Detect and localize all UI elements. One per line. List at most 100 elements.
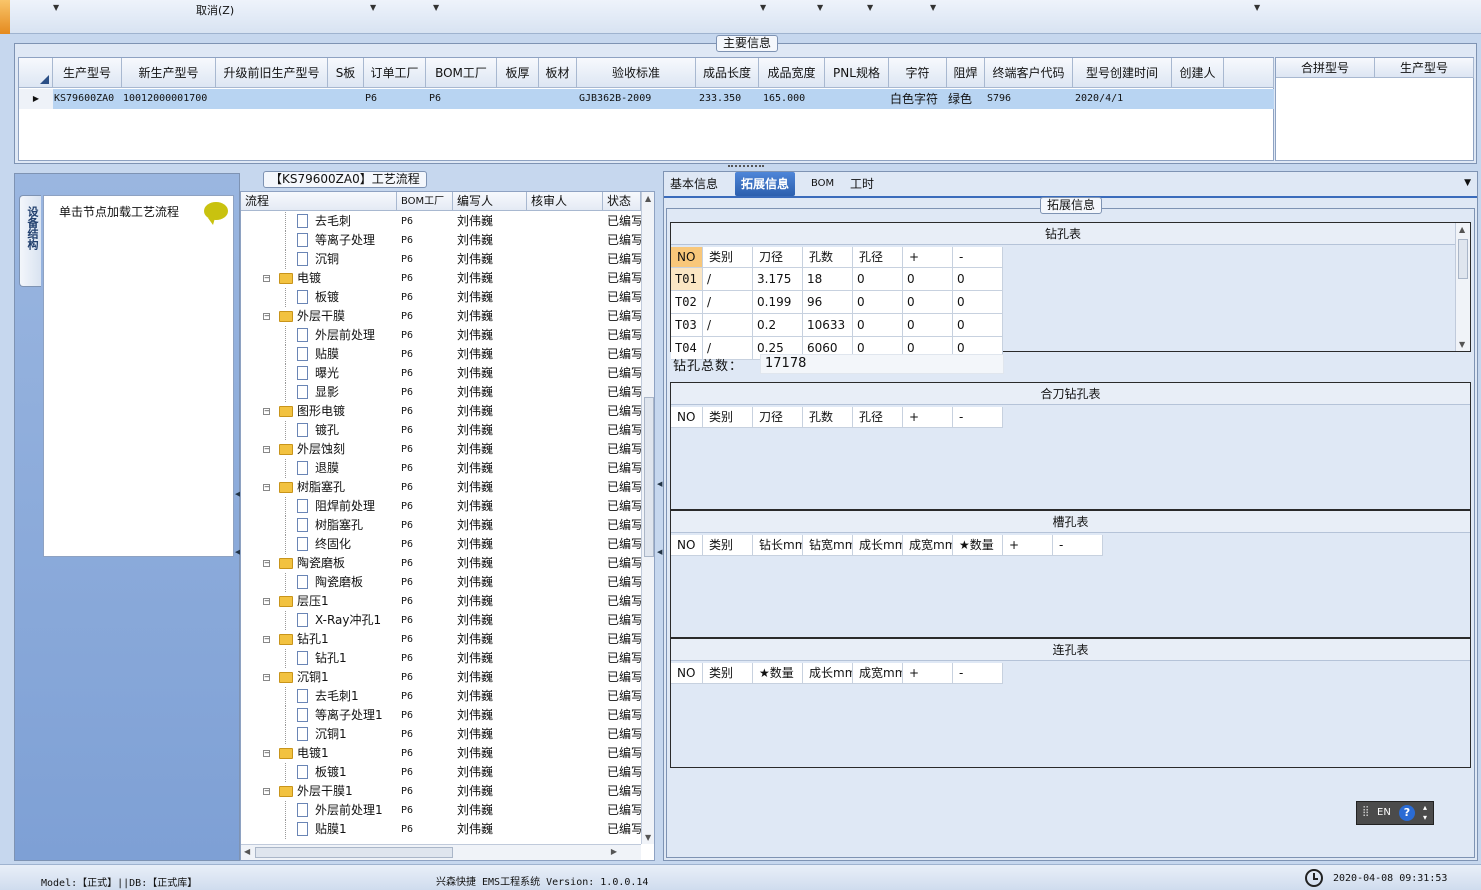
tree-node[interactable]: 去毛刺 P6 刘伟巍 已编写 — [241, 212, 641, 231]
column-header[interactable]: 字符 — [889, 58, 947, 88]
column-header[interactable]: - — [1053, 535, 1103, 556]
cell[interactable]: 233.350 — [699, 89, 759, 109]
drill-tool-no[interactable]: T02 — [671, 291, 703, 314]
language-bar[interactable]: ⣿ EN ? ▴ ▾ — [1356, 801, 1434, 825]
cell[interactable]: 10633 — [803, 314, 853, 337]
dropdown-arrow-icon[interactable]: ▼ — [370, 3, 376, 12]
cell[interactable] — [498, 89, 538, 109]
cell[interactable]: 0 — [903, 314, 953, 337]
language-label[interactable]: EN — [1377, 807, 1391, 818]
tree-node[interactable]: − 电镀1 P6 刘伟巍 已编写 — [241, 744, 641, 763]
cell[interactable] — [1173, 89, 1223, 109]
column-header[interactable]: BOM工厂 — [426, 58, 497, 88]
help-icon[interactable]: ? — [1399, 805, 1415, 821]
column-header[interactable]: 终端客户代码 — [985, 58, 1073, 88]
cell[interactable]: 2020/4/1 — [1075, 89, 1172, 109]
cell[interactable]: 白色字符 — [890, 89, 947, 109]
tree-node[interactable]: − 层压1 P6 刘伟巍 已编写 — [241, 592, 641, 611]
dropdown-arrow-icon[interactable]: ▼ — [817, 3, 823, 12]
column-header[interactable]: + — [1003, 535, 1053, 556]
column-header[interactable]: PNL规格 — [825, 58, 889, 88]
column-header[interactable]: 生产型号 — [1375, 58, 1474, 78]
column-header[interactable]: 类别 — [703, 663, 753, 684]
collapse-icon[interactable]: − — [263, 313, 270, 320]
column-header[interactable]: S板 — [328, 58, 364, 88]
column-header[interactable]: 编写人 — [453, 192, 527, 211]
cell[interactable]: 0 — [903, 291, 953, 314]
tree-node[interactable]: X-Ray冲孔1 P6 刘伟巍 已编写 — [241, 611, 641, 630]
process-tree[interactable]: 流程 BOM工厂 编写人 核审人 状态 去毛刺 P6 刘伟巍 已编写 等离子处理 P6 刘伟… — [240, 191, 655, 861]
panel-collapse-handle[interactable]: ◀ ◀ — [657, 480, 662, 560]
tab-work-hours[interactable]: 工时 — [844, 172, 880, 196]
cell[interactable]: KS79600ZA0 — [54, 89, 122, 109]
dropdown-arrow-icon[interactable]: ▼ — [433, 3, 439, 12]
column-header[interactable]: 刀径 — [753, 407, 803, 428]
cell[interactable]: 0.199 — [753, 291, 803, 314]
cell[interactable]: 0 — [853, 314, 903, 337]
column-header[interactable]: - — [953, 247, 1003, 268]
column-header[interactable]: 创建人 — [1172, 58, 1224, 88]
column-header[interactable]: 孔数 — [803, 407, 853, 428]
tree-node[interactable]: 外层前处理 P6 刘伟巍 已编写 — [241, 326, 641, 345]
tree-node[interactable]: 树脂塞孔 P6 刘伟巍 已编写 — [241, 516, 641, 535]
collapse-icon[interactable]: − — [263, 674, 270, 681]
collapse-icon[interactable]: − — [263, 750, 270, 757]
cell[interactable]: 3.175 — [753, 268, 803, 291]
tree-node[interactable]: 终固化 P6 刘伟巍 已编写 — [241, 535, 641, 554]
column-header[interactable]: ★数量 — [753, 663, 803, 684]
cell[interactable]: P6 — [429, 89, 497, 109]
tree-node[interactable]: 显影 P6 刘伟巍 已编写 — [241, 383, 641, 402]
tree-node[interactable]: 退膜 P6 刘伟巍 已编写 — [241, 459, 641, 478]
splitter-grip[interactable] — [728, 165, 764, 169]
cell[interactable] — [826, 89, 888, 109]
column-header[interactable]: 状态 — [603, 192, 641, 211]
grid-corner[interactable] — [19, 58, 53, 88]
dropdown-arrow-icon[interactable]: ▼ — [867, 3, 873, 12]
column-header[interactable]: 刀径 — [753, 247, 803, 268]
column-header[interactable]: NO — [671, 407, 703, 428]
tree-node[interactable]: 阻焊前处理 P6 刘伟巍 已编写 — [241, 497, 641, 516]
tree-node[interactable]: 沉铜1 P6 刘伟巍 已编写 — [241, 725, 641, 744]
cell[interactable]: 0 — [853, 291, 903, 314]
column-header[interactable]: 成长mm — [803, 663, 853, 684]
column-header[interactable]: 板材 — [539, 58, 577, 88]
column-header[interactable]: 型号创建时间 — [1073, 58, 1172, 88]
tree-node[interactable]: 钻孔1 P6 刘伟巍 已编写 — [241, 649, 641, 668]
app-menu-button[interactable] — [0, 0, 10, 34]
cell[interactable]: 96 — [803, 291, 853, 314]
node-panel[interactable]: 单击节点加载工艺流程 — [43, 195, 234, 557]
dropdown-arrow-icon[interactable]: ▼ — [930, 3, 936, 12]
column-header[interactable]: NO — [671, 663, 703, 684]
cell[interactable] — [329, 89, 364, 109]
cell[interactable]: 0.2 — [753, 314, 803, 337]
tree-node[interactable]: 板镀 P6 刘伟巍 已编写 — [241, 288, 641, 307]
tree-node[interactable]: 去毛刺1 P6 刘伟巍 已编写 — [241, 687, 641, 706]
cell[interactable]: P6 — [365, 89, 425, 109]
column-header[interactable]: NO — [671, 535, 703, 556]
collapse-icon[interactable]: − — [263, 788, 270, 795]
tree-node[interactable]: − 钻孔1 P6 刘伟巍 已编写 — [241, 630, 641, 649]
tree-node[interactable]: 板镀1 P6 刘伟巍 已编写 — [241, 763, 641, 782]
collapse-icon[interactable]: − — [263, 408, 270, 415]
collapse-icon[interactable]: − — [263, 484, 270, 491]
column-header[interactable]: 类别 — [703, 535, 753, 556]
options-icon[interactable]: ▴ ▾ — [1423, 803, 1427, 823]
column-header[interactable]: 类别 — [703, 247, 753, 268]
cancel-button[interactable]: 取消(Z) — [196, 2, 234, 18]
column-header[interactable]: 验收标准 — [577, 58, 696, 88]
column-header[interactable]: 成品长度 — [696, 58, 759, 88]
tree-scrollbar-vertical[interactable]: ▲ ▼ — [641, 192, 654, 844]
drill-scrollbar[interactable]: ▲ ▼ — [1455, 223, 1470, 351]
column-header[interactable]: - — [953, 663, 1003, 684]
column-header[interactable]: 流程 — [241, 192, 397, 211]
column-header[interactable]: 合拼型号 — [1276, 58, 1375, 78]
column-header[interactable]: 生产型号 — [53, 58, 122, 88]
tree-node[interactable]: − 外层干膜 P6 刘伟巍 已编写 — [241, 307, 641, 326]
tree-node[interactable]: − 电镀 P6 刘伟巍 已编写 — [241, 269, 641, 288]
cell[interactable]: 165.000 — [763, 89, 825, 109]
column-header[interactable]: - — [953, 407, 1003, 428]
cell[interactable]: 0 — [953, 314, 1003, 337]
slot-hole-table[interactable]: 槽孔表 NO 类别 钻长mm 钻宽mm 成长mm 成宽mm ★数量 + - — [670, 510, 1471, 638]
drill-table[interactable]: 钻孔表 NO 类别 刀径 孔数 孔径 + - T01/3.175 18 0 0 0 T02… — [670, 222, 1471, 360]
cell[interactable]: 绿色 — [948, 89, 985, 109]
